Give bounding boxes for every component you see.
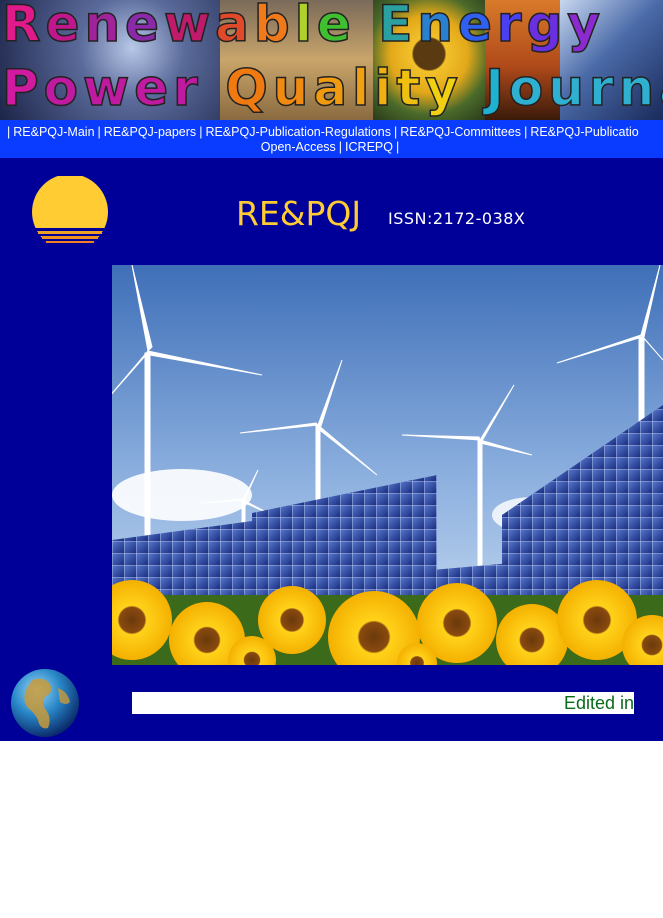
banner-letter: l [351, 59, 375, 117]
banner-letter: P [1, 59, 44, 117]
banner-letter: J [485, 59, 509, 117]
nav-separator: | [338, 140, 343, 154]
main-panel: RE&PQJ ISSN:2172-038X Edited in [0, 158, 663, 741]
banner-letter: R [1, 0, 46, 53]
nav-separator: | [7, 125, 11, 139]
banner-letter: u [272, 59, 314, 117]
main-navigation: | RE&PQJ-Main | RE&PQJ-papers | RE&PQJ-Public… [0, 120, 663, 158]
banner-letter: i [373, 59, 397, 117]
nav-separator: | [524, 125, 528, 139]
banner-letter [203, 60, 225, 116]
nav-link-open-access[interactable]: Open-Access [261, 140, 336, 154]
banner-letter: o [43, 59, 84, 117]
banner-letter: a [313, 59, 353, 117]
nav-row-2: Open-Access | ICREPQ | [0, 140, 663, 155]
globe-icon [11, 669, 79, 737]
banner-letter: w [82, 59, 135, 117]
nav-link-publication-cut[interactable]: RE&PQJ-Publicatio [530, 125, 638, 139]
banner-title-line2: Power Quality Journal [1, 59, 663, 117]
banner-letter: n [618, 59, 660, 117]
banner-letter: E [377, 0, 418, 53]
banner-title-line1: Renewable Energy [1, 0, 605, 53]
scrolling-marquee: Edited in [132, 692, 634, 714]
banner-letter: e [457, 0, 497, 53]
sun-logo-icon [30, 176, 110, 248]
nav-separator: | [393, 125, 398, 139]
banner-letter: e [124, 0, 164, 53]
journal-banner: Renewable Energy Power Quality Journal [0, 0, 663, 120]
banner-letter: r [588, 59, 619, 117]
nav-link-publication-regulations[interactable]: RE&PQJ-Publication-Regulations [205, 125, 391, 139]
banner-letter: l [294, 0, 317, 53]
banner-letter: r [496, 0, 527, 53]
nav-link-papers[interactable]: RE&PQJ-papers [104, 125, 196, 139]
nav-link-main[interactable]: RE&PQJ-Main [13, 125, 94, 139]
banner-letter: w [163, 0, 216, 53]
nav-row-1: | RE&PQJ-Main | RE&PQJ-papers | RE&PQJ-Public… [0, 120, 663, 140]
banner-letter [463, 60, 485, 116]
issn-label: ISSN:2172-038X [388, 209, 526, 228]
banner-letter: r [172, 59, 203, 117]
banner-letter [356, 0, 378, 52]
banner-letter: y [425, 59, 463, 117]
banner-letter: n [417, 0, 458, 53]
banner-letter: t [396, 59, 426, 117]
banner-letter: u [548, 59, 589, 117]
banner-letter: o [508, 59, 549, 117]
banner-letter: b [253, 0, 295, 53]
banner-letter: a [214, 0, 254, 53]
nav-link-icrepq[interactable]: ICREPQ [345, 140, 393, 154]
banner-letter: y [567, 0, 605, 53]
nav-separator: | [395, 140, 400, 154]
banner-letter: Q [224, 59, 273, 117]
hero-image-wind-solar-sunflowers [112, 265, 663, 665]
banner-letter: g [526, 0, 568, 53]
banner-letter: e [45, 0, 85, 53]
nav-separator: | [97, 125, 101, 139]
banner-letter: e [316, 0, 356, 53]
journal-abbreviation: RE&PQJ [236, 194, 362, 233]
nav-link-committees[interactable]: RE&PQJ-Committees [400, 125, 521, 139]
banner-letter: a [658, 59, 663, 117]
marquee-text: Edited in [564, 693, 634, 713]
banner-letter: n [84, 0, 126, 53]
banner-letter: e [133, 59, 174, 117]
